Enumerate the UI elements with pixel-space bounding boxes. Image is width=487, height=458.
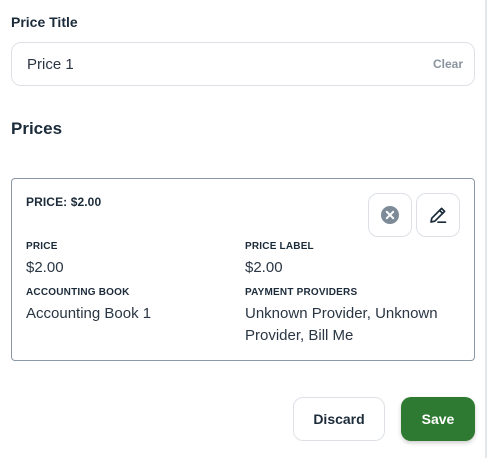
price-title-input[interactable]: Price 1 [27, 56, 433, 73]
clear-button[interactable]: Clear [433, 57, 463, 71]
save-button[interactable]: Save [401, 397, 475, 441]
price-title-label: Price Title [11, 14, 78, 30]
price-title-field[interactable]: Price 1 Clear [11, 42, 475, 86]
pencil-icon [430, 207, 447, 224]
payment-providers-label: PAYMENT PROVIDERS [245, 287, 358, 298]
accounting-book-label: ACCOUNTING BOOK [26, 287, 130, 298]
price-card: PRICE: $2.00 PRICE $2.00 PRICE LABEL $2.… [11, 178, 475, 361]
close-circle-icon [381, 206, 399, 224]
edit-price-button[interactable] [416, 193, 460, 237]
price-card-heading: PRICE: $2.00 [26, 195, 102, 209]
price-label: PRICE [26, 241, 58, 252]
price-label-value: $2.00 [245, 259, 283, 276]
price-value: $2.00 [26, 259, 64, 276]
prices-section-title: Prices [11, 119, 63, 138]
price-label-label: PRICE LABEL [245, 241, 314, 252]
payment-providers-value: Unknown Provider, Unknown Provider, Bill… [245, 305, 438, 344]
accounting-book-value: Accounting Book 1 [26, 305, 152, 322]
remove-price-button[interactable] [368, 193, 412, 237]
discard-button[interactable]: Discard [293, 397, 385, 441]
